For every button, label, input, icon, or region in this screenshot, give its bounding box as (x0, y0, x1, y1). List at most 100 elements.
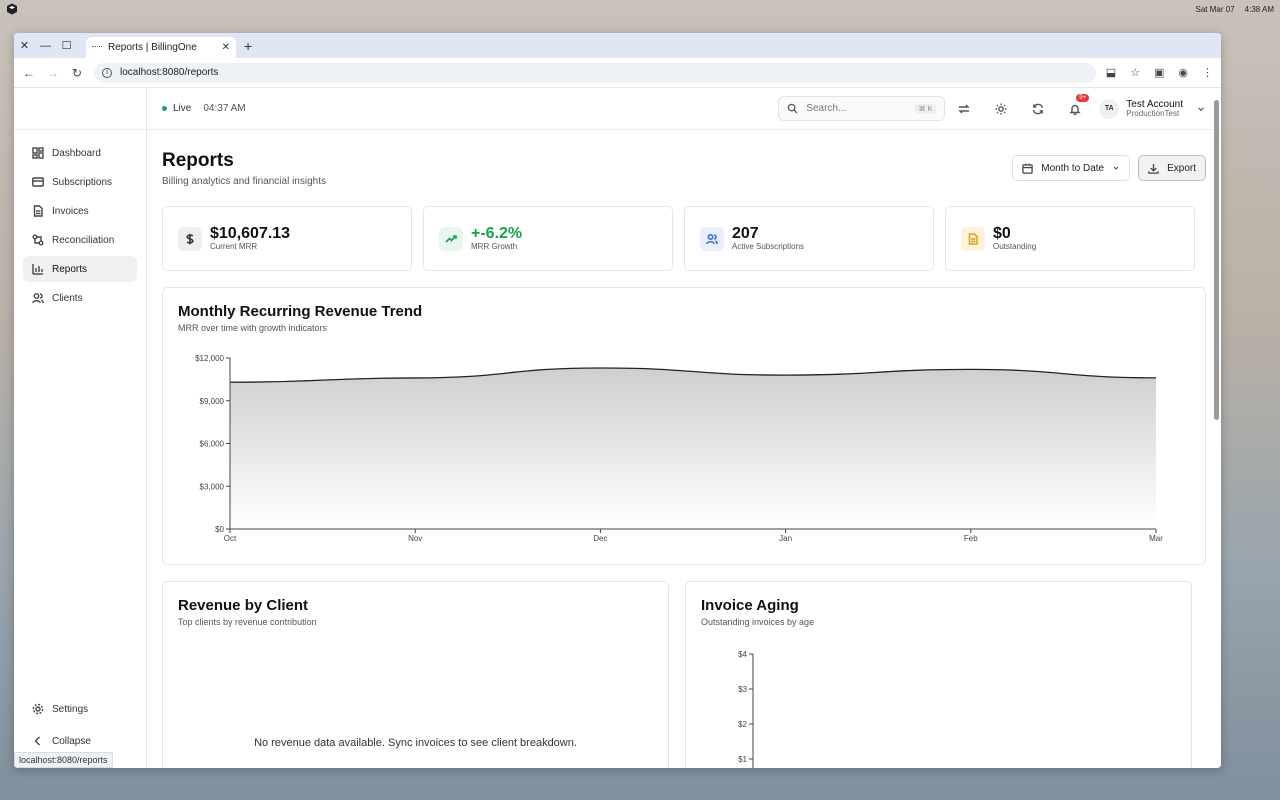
search-icon (788, 103, 798, 114)
x-tick-label: Mar (1149, 534, 1163, 543)
tab-close-icon[interactable]: ✕ (222, 42, 230, 53)
reconcile-icon (32, 234, 44, 246)
sidebar-logo-area (14, 88, 146, 130)
mrr-area-fill (230, 367, 1156, 529)
sidebar-item-reports[interactable]: Reports (23, 256, 137, 282)
browser-menu-icon[interactable]: ⋮ (1202, 66, 1213, 79)
card-icon (32, 177, 44, 187)
live-indicator: Live 04:37 AM (162, 103, 246, 114)
y-tick-label: $6,000 (200, 440, 225, 449)
kpi-card-outstanding: $0 Outstanding (945, 206, 1195, 271)
empty-state-message: No revenue data available. Sync invoices… (254, 737, 577, 749)
chevron-down-icon (1113, 166, 1119, 170)
revenue-by-client-card: Revenue by Client Top clients by revenue… (162, 581, 669, 768)
y-tick-label: $9,000 (200, 397, 225, 406)
kpi-icon-box (700, 226, 724, 251)
window-maximize-icon[interactable]: ☐ (56, 33, 77, 58)
reload-icon[interactable]: ↻ (70, 66, 84, 80)
sidebar-item-subscriptions[interactable]: Subscriptions (23, 169, 137, 195)
mrr-trend-card: Monthly Recurring Revenue Trend MRR over… (162, 287, 1206, 565)
kpi-icon-box (178, 226, 202, 251)
y-tick-label: $3 (738, 685, 747, 694)
account-menu[interactable]: TA Test Account ProductionTest (1099, 98, 1206, 119)
sidebar-collapse-button[interactable]: Collapse (23, 728, 137, 754)
kpi-label: Outstanding (993, 242, 1037, 252)
trending-up-icon (445, 234, 457, 243)
dollar-icon (186, 233, 194, 244)
date-range-select[interactable]: Month to Date (1012, 155, 1131, 181)
sidebar-item-clients[interactable]: Clients (23, 285, 137, 311)
theme-toggle-button[interactable] (982, 103, 1019, 115)
bookmark-star-icon[interactable]: ☆ (1130, 66, 1140, 79)
refresh-button[interactable] (1019, 103, 1056, 115)
account-subtitle: ProductionTest (1126, 108, 1180, 118)
app: Dashboard Subscriptions Invoices Reconci… (14, 88, 1221, 768)
kpi-card-active-subscriptions: 207 Active Subscriptions (684, 206, 934, 271)
window-minimize-icon[interactable]: — (35, 33, 56, 58)
chevron-left-icon (34, 736, 40, 746)
y-tick-label: $3,000 (200, 482, 225, 491)
avatar: TA (1099, 98, 1120, 119)
window-close-icon[interactable]: ✕ (14, 33, 35, 58)
kpi-label: MRR Growth (471, 242, 518, 252)
search-shortcut: ⌘ K (914, 103, 937, 114)
x-tick-label: Dec (593, 534, 607, 543)
y-tick-label: $12,000 (195, 354, 224, 363)
tab-bar: ✕ — ☐ Reports | BillingOne ✕ + (14, 33, 1221, 58)
download-icon (1148, 163, 1159, 174)
invoice-aging-chart: $1 $2 $3 $4 (738, 650, 754, 768)
sidebar-item-settings[interactable]: Settings (23, 696, 137, 722)
refresh-icon (1032, 103, 1043, 114)
forward-icon[interactable]: → (46, 66, 60, 80)
live-label: Live (173, 103, 192, 114)
page-title: Reports (162, 150, 234, 171)
page-scrollbar[interactable] (1211, 88, 1221, 768)
invoice-aging-card: Invoice Aging Outstanding invoices by ag… (685, 581, 1192, 768)
sidebar-item-invoices[interactable]: Invoices (23, 198, 137, 224)
kpi-value: +-6.2% (471, 224, 523, 242)
sidebar-item-reconciliation[interactable]: Reconciliation (23, 227, 137, 253)
side-panel-icon[interactable]: ▣ (1154, 66, 1164, 79)
notification-badge: 9+ (1076, 93, 1090, 102)
search-input[interactable]: Search... ⌘ K (778, 96, 946, 121)
switch-account-button[interactable] (945, 103, 982, 115)
mrr-area-chart: $0 $3,000 $6,000 $9,000 $12,000 Oct Nov Dec Jan F… (195, 354, 1163, 543)
y-tick-label: $0 (215, 525, 224, 534)
profile-icon[interactable]: ◉ (1178, 66, 1188, 79)
url-field[interactable]: i localhost:8080/reports (94, 62, 1096, 83)
sidebar-nav: Dashboard Subscriptions Invoices Reconci… (14, 130, 146, 311)
browser-tab[interactable]: Reports | BillingOne ✕ (86, 37, 236, 58)
sun-icon (995, 103, 1007, 114)
date-range-label: Month to Date (1041, 162, 1105, 174)
sidebar-item-label: Clients (52, 292, 83, 304)
sidebar-item-dashboard[interactable]: Dashboard (23, 140, 137, 166)
browser-window: ✕ — ☐ Reports | BillingOne ✕ + ← → ↻ i l… (14, 33, 1221, 768)
users-icon (706, 233, 718, 244)
site-info-icon[interactable]: i (102, 67, 112, 78)
y-tick-label: $4 (738, 650, 747, 659)
sidebar-item-label: Invoices (52, 205, 89, 217)
y-tick-label: $1 (738, 755, 747, 764)
x-tick-label: Nov (408, 534, 422, 543)
new-tab-icon[interactable]: + (244, 38, 252, 54)
sidebar-item-label: Reports (52, 263, 88, 275)
dashboard-icon (32, 147, 44, 159)
page-subtitle: Billing analytics and financial insights (162, 176, 326, 187)
kpi-label: Active Subscriptions (732, 242, 805, 252)
bell-icon (1069, 104, 1081, 115)
kpi-label: Current MRR (210, 242, 258, 252)
scrollbar-thumb[interactable] (1214, 100, 1219, 420)
mrr-card-title: Monthly Recurring Revenue Trend (178, 303, 423, 320)
kpi-card-mrr-growth: +-6.2% MRR Growth (423, 206, 673, 271)
notifications-button[interactable]: 9+ (1056, 93, 1093, 115)
aging-card-subtitle: Outstanding invoices by age (701, 617, 815, 627)
install-app-icon[interactable]: ⬓ (1106, 66, 1116, 79)
back-icon[interactable]: ← (22, 66, 36, 80)
export-button[interactable]: Export (1138, 155, 1206, 181)
y-tick-label: $2 (738, 720, 747, 729)
users-icon (32, 293, 44, 304)
account-name: Test Account (1126, 98, 1183, 110)
os-logo-icon[interactable] (6, 3, 18, 15)
bar-chart-icon (32, 264, 43, 275)
aging-card-title: Invoice Aging (701, 597, 799, 614)
